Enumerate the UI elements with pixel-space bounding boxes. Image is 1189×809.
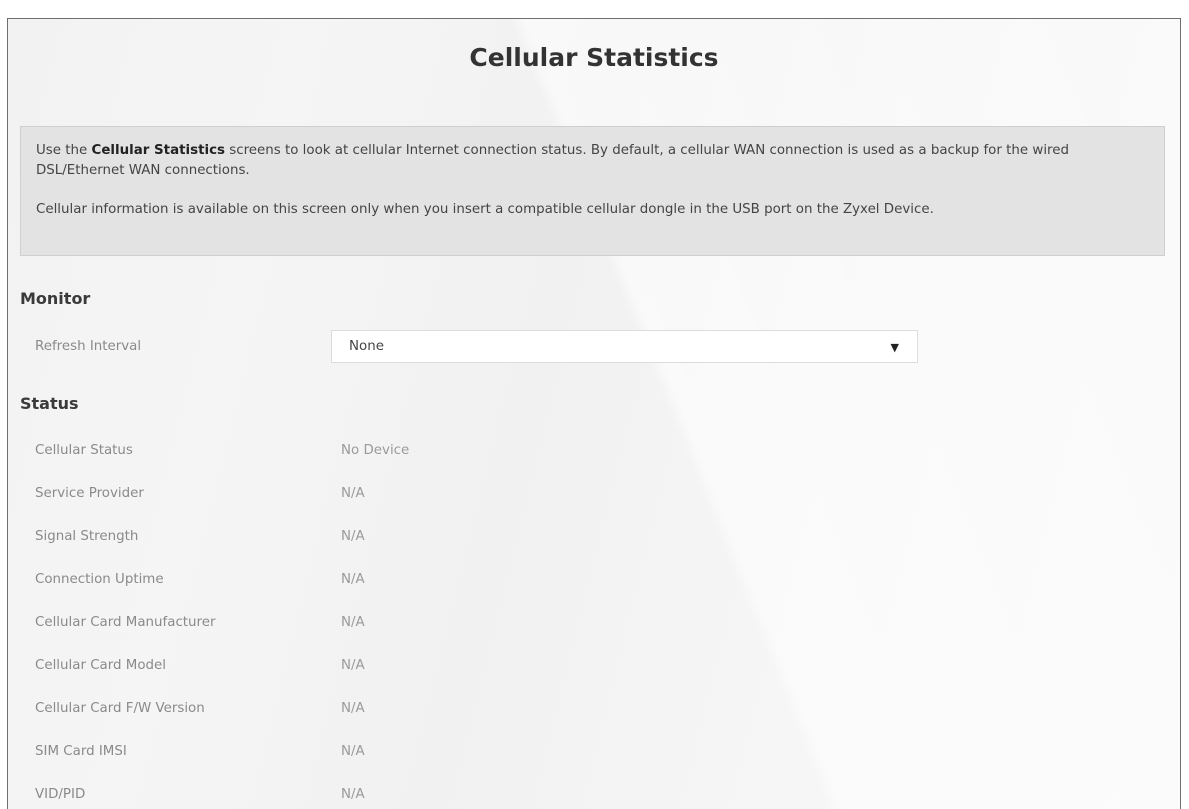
status-label-sim-imsi: SIM Card IMSI [35,744,127,759]
status-label-cellular-status: Cellular Status [35,443,133,458]
status-label-vid-pid: VID/PID [35,787,86,802]
status-label-connection-uptime: Connection Uptime [35,572,164,587]
status-label-service-provider: Service Provider [35,486,144,501]
status-value-cellular-status: No Device [341,443,410,458]
status-value-card-manufacturer: N/A [341,615,365,630]
status-value-connection-uptime: N/A [341,572,365,587]
monitor-heading: Monitor [20,289,91,308]
status-value-sim-imsi: N/A [341,744,365,759]
info-box: Use the Cellular Statistics screens to l… [20,126,1165,256]
info-text-bold: Cellular Statistics [91,143,225,158]
info-text-prefix: Use the [36,143,92,158]
status-value-signal-strength: N/A [341,529,365,544]
caret-down-icon: ▼ [890,341,899,354]
status-value-card-model: N/A [341,658,365,673]
info-text-1: Use the Cellular Statistics screens to l… [36,141,1149,181]
status-label-card-model: Cellular Card Model [35,658,166,673]
status-heading: Status [20,394,79,413]
info-text-2: Cellular information is available on thi… [36,202,934,217]
cellular-statistics-panel: Cellular Statistics Use the Cellular Sta… [7,18,1181,809]
status-label-card-manufacturer: Cellular Card Manufacturer [35,615,216,630]
refresh-interval-select[interactable]: None ▼ [331,330,918,363]
status-value-fw-version: N/A [341,701,365,716]
status-value-vid-pid: N/A [341,787,365,802]
page-title: Cellular Statistics [469,43,719,72]
status-label-signal-strength: Signal Strength [35,529,139,544]
refresh-interval-label: Refresh Interval [35,339,142,354]
status-value-service-provider: N/A [341,486,365,501]
refresh-interval-value: None [349,339,384,354]
status-label-fw-version: Cellular Card F/W Version [35,701,205,716]
